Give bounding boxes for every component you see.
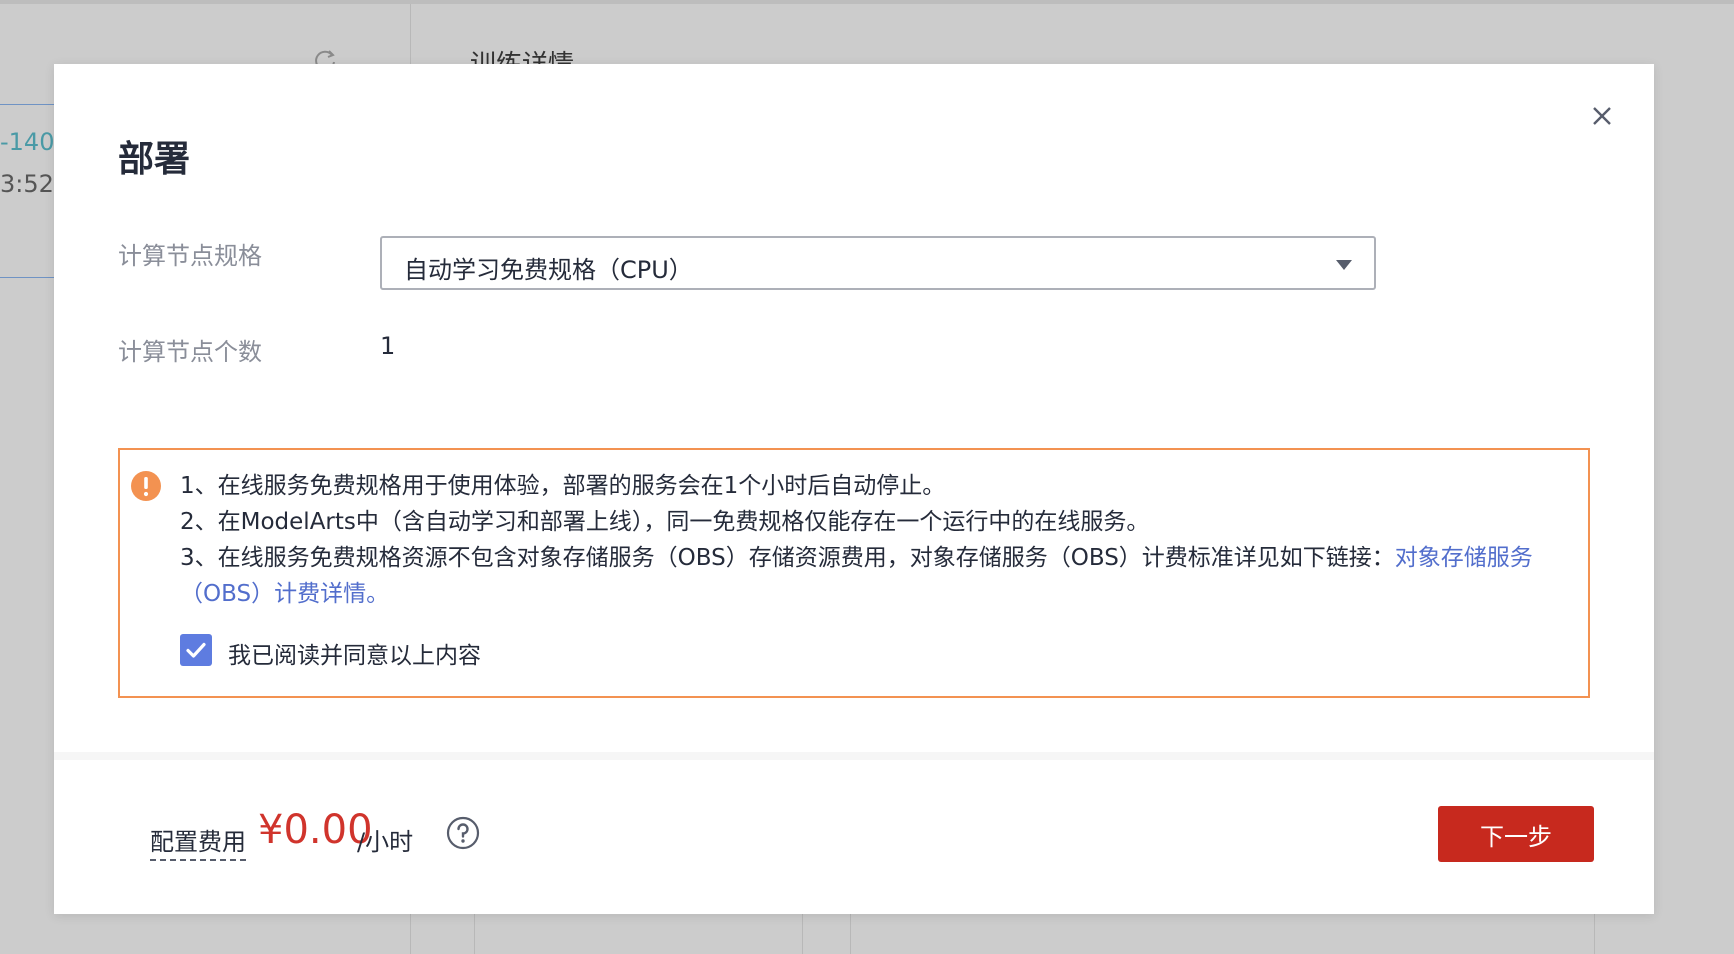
notice-text: 1、在线服务免费规格用于使用体验，部署的服务会在1个小时后自动停止。 2、在Mo…	[180, 468, 1570, 612]
warning-icon	[131, 471, 161, 501]
node-count-label: 计算节点个数	[118, 338, 262, 366]
cost-price: ¥0.00	[258, 807, 373, 853]
help-circle-icon[interactable]	[446, 816, 480, 850]
checkmark-icon	[186, 642, 206, 658]
background-table-divider	[802, 912, 803, 954]
notice-line-3: 3、在线服务免费规格资源不包含对象存储服务（OBS）存储资源费用，对象存储服务（…	[180, 545, 1395, 571]
dialog-title: 部署	[118, 139, 191, 180]
footer-separator	[54, 752, 1654, 760]
cost-unit: /小时	[357, 828, 414, 856]
chevron-down-icon	[1336, 260, 1352, 270]
background-table-divider	[850, 912, 851, 954]
background-table-divider	[474, 912, 475, 954]
notice-line-1: 1、在线服务免费规格用于使用体验，部署的服务会在1个小时后自动停止。	[180, 473, 946, 499]
node-count-value: 1	[380, 332, 396, 360]
node-spec-label: 计算节点规格	[118, 242, 262, 270]
deploy-dialog: 部署 计算节点规格 自动学习免费规格（CPU） 计算节点个数 1 1、在线服务免…	[54, 64, 1654, 914]
close-icon[interactable]	[1588, 102, 1616, 130]
agree-label[interactable]: 我已阅读并同意以上内容	[228, 636, 481, 670]
node-spec-select[interactable]: 自动学习免费规格（CPU）	[380, 236, 1376, 290]
agree-checkbox[interactable]	[180, 634, 212, 666]
free-spec-notice: 1、在线服务免费规格用于使用体验，部署的服务会在1个小时后自动停止。 2、在Mo…	[118, 448, 1590, 698]
notice-line-2: 2、在ModelArts中（含自动学习和部署上线），同一免费规格仅能存在一个运行…	[180, 509, 1150, 535]
background-table-divider	[1594, 912, 1595, 954]
cost-label: 配置费用	[150, 822, 246, 861]
next-step-button[interactable]: 下一步	[1438, 806, 1594, 862]
node-spec-value: 自动学习免费规格（CPU）	[404, 256, 693, 284]
